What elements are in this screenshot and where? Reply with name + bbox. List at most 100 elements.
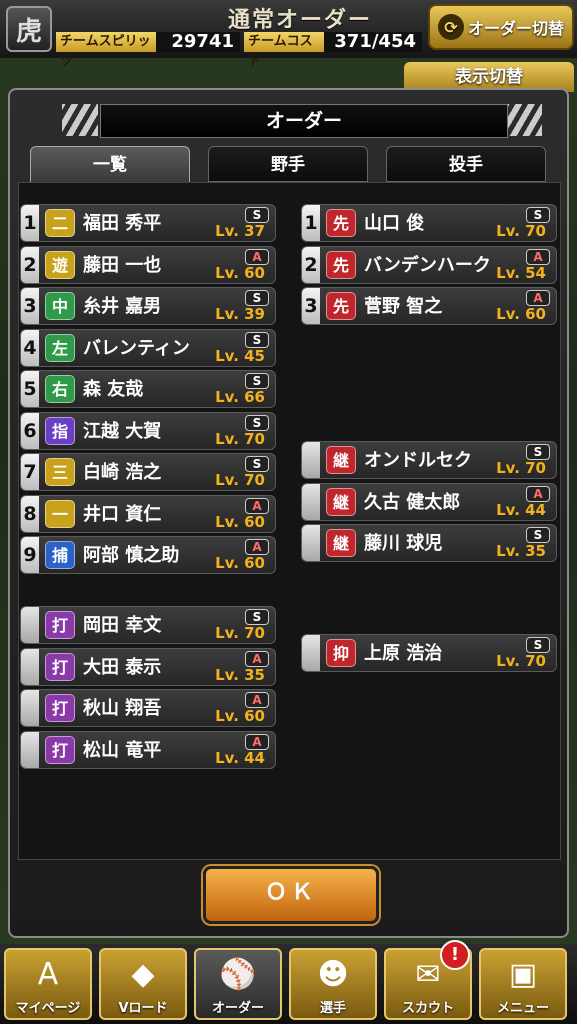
position-badge: 二 [45,209,75,237]
position-badge: 打 [45,652,75,681]
player-level: Lv. 70 [496,459,546,477]
player-row[interactable]: 打大田 泰示 A Lv. 35 [20,647,276,686]
rank-badge: S [245,456,269,472]
nav-label: マイページ [15,1001,81,1016]
nav-label: 選手 [319,1001,346,1016]
player-row[interactable]: 打秋山 翔吾 A Lv. 60 [20,689,276,727]
player-level: Lv. 70 [496,652,546,670]
player-row[interactable]: 抑上原 浩治 S Lv. 70 [301,634,557,672]
player-row[interactable]: 7 三白崎 浩之 S Lv. 70 [20,453,276,491]
player-row[interactable]: 3 中糸井 嘉男 S Lv. 39 [20,287,276,325]
player-name: 大田 泰示 [83,656,162,678]
player-name: 福田 秀平 [83,213,162,234]
rank-badge: A [526,290,550,306]
rank-badge: S [245,373,269,389]
player-row[interactable]: 1 二福田 秀平 S Lv. 37 [20,204,276,242]
rank-badge: S [245,331,269,348]
ok-button[interactable]: ＯＫ [203,866,379,924]
player-level: Lv. 44 [496,500,546,519]
rank-badge: S [526,527,550,543]
player-row[interactable]: 9 捕阿部 慎之助 A Lv. 60 [20,536,276,574]
player-row[interactable]: 2 遊藤田 一也 A Lv. 60 [20,245,276,284]
tab-list[interactable]: 一覧 [30,146,190,182]
player-row[interactable]: 6 指江越 大賀 S Lv. 70 [20,411,276,450]
player-name: 菅野 智之 [364,296,443,317]
player-name: 藤田 一也 [83,254,162,276]
position-badge: 捕 [45,541,75,569]
rank-badge: A [245,692,269,708]
order-switch-label: オーダー切替 [467,19,564,38]
tab-fielders[interactable]: 野手 [208,146,368,182]
player-row[interactable]: 5右森 友哉 S Lv. 66 [20,370,276,408]
player-row[interactable]: 打岡田 幸文 S Lv. 70 [20,606,276,644]
player-level: Lv. 70 [496,222,546,240]
position-badge: 右 [45,375,75,403]
batting-order-number: 2 [21,246,39,283]
player-level: Lv. 60 [215,707,265,725]
position-badge: 継 [326,529,356,557]
batting-order-number: 4 [21,329,39,366]
rank-badge: A [245,248,269,265]
nav-label: Vロード [118,1001,168,1016]
rank-badge: S [245,414,269,431]
order-switch-button[interactable]: ⟳ オーダー切替 [428,4,574,50]
position-badge: 抑 [326,639,356,667]
team-spirits-label: チームスピリッツ [56,32,156,69]
player-level: Lv. 70 [215,429,265,448]
player-level: Lv. 60 [496,305,546,323]
player-name: 松山 竜平 [83,739,162,761]
rank-badge: S [245,609,269,625]
position-badge: 打 [45,694,75,722]
rank-badge: A [245,497,269,514]
tab-pitchers[interactable]: 投手 [386,146,546,182]
rank-badge: A [245,539,269,555]
rank-badge: S [245,207,269,223]
player-name: 岡田 幸文 [83,615,162,636]
position-badge: 指 [45,416,75,445]
position-badge: 継 [326,487,356,516]
position-badge: 先 [326,292,356,320]
player-row[interactable]: 継オンドルセク S Lv. 70 [301,441,557,479]
nav-label: メニュー [496,1001,549,1016]
player-row[interactable]: 1 先山口 俊 S Lv. 70 [301,204,557,242]
nav-mypage[interactable]: A マイページ [4,948,92,1020]
player-row[interactable]: 3 先菅野 智之 A Lv. 60 [301,287,557,325]
position-badge: 打 [45,735,75,764]
player-row[interactable]: 継藤川 球児 S Lv. 35 [301,524,557,562]
position-badge: 継 [326,446,356,474]
player-name: バレンティン [83,337,190,359]
title-decoration-left [62,104,98,136]
batting-order-number: 1 [21,205,39,241]
batting-order-number: 3 [21,288,39,324]
nav-players[interactable]: ☻ 選手 [289,948,377,1020]
player-name: 藤川 球児 [364,533,443,554]
batting-order-number: 8 [21,495,39,532]
position-badge: 一 [45,499,75,528]
player-level: Lv. 45 [215,346,265,365]
nav-menu[interactable]: ▣ メニュー [479,948,567,1020]
player-level: Lv. 37 [215,222,265,240]
player-row[interactable]: 8 一井口 資仁 A Lv. 60 [20,494,276,533]
player-name: バンデンハーク [364,254,491,276]
position-badge: 打 [45,611,75,639]
batting-order-number: 6 [21,412,39,449]
rank-badge: A [245,650,269,667]
player-row[interactable]: 継久古 健太郎 A Lv. 44 [301,482,557,521]
rank-badge: A [526,248,550,265]
title-decoration-right [506,104,542,136]
vroad-icon: ◆ [131,957,155,992]
player-row[interactable]: 2 先バンデンハーク A Lv. 54 [301,245,557,284]
batting-order-number [21,607,39,643]
batting-order-number [21,648,39,685]
rank-badge: S [526,207,550,223]
player-row[interactable]: 打松山 竜平 A Lv. 44 [20,730,276,769]
player-row[interactable]: 4 左バレンティン S Lv. 45 [20,328,276,367]
nav-vroad[interactable]: ◆ Vロード [99,948,187,1020]
position-badge: 三 [45,458,75,486]
refresh-icon: ⟳ [437,14,464,40]
modal-title: オーダー [100,104,508,138]
nav-order[interactable]: ⚾ オーダー [194,948,282,1020]
team-logo-icon[interactable]: 虎 [6,6,52,52]
player-name: 秋山 翔吾 [83,698,162,719]
team-cost-label: チームコスト [244,32,324,69]
